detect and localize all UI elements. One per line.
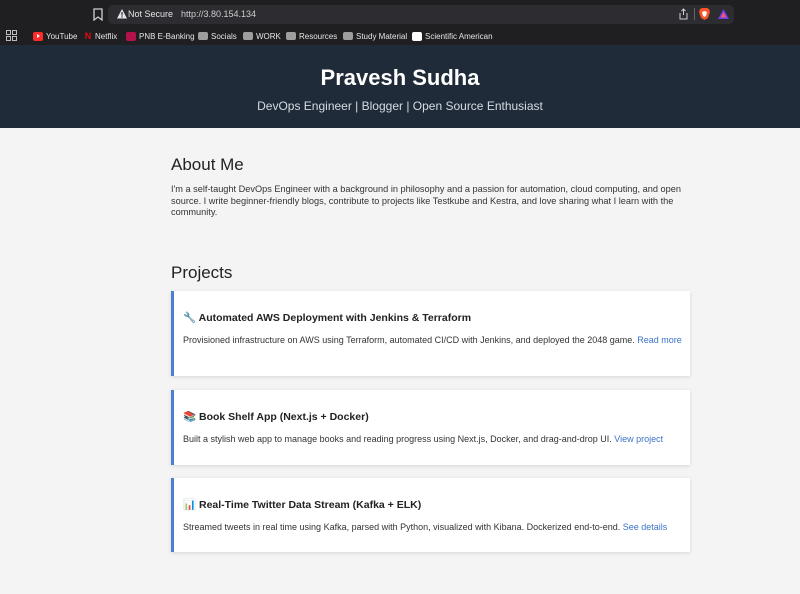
url-bar-row: Not Secure http://3.80.154.134 [0,0,800,28]
warning-icon [117,9,127,19]
bookmark-label: Study Material [356,31,408,41]
books-icon: 📚 [183,411,197,423]
folder-icon [243,32,253,40]
read-more-link[interactable]: Read more [637,335,682,345]
view-project-link[interactable]: View project [614,434,663,444]
bookmark-label: Netflix [95,31,118,41]
bookmark-netflix[interactable]: N Netflix [84,29,117,43]
bar-chart-icon: 📊 [183,499,197,511]
bookmark-folder-work[interactable]: WORK [243,29,281,43]
bookmark-label: Socials [211,31,237,41]
hero-header: Pravesh Sudha DevOps Engineer | Blogger … [0,45,800,128]
projects-heading: Projects [171,263,233,282]
project-title: 📊 Real-Time Twitter Data Stream (Kafka +… [183,498,421,511]
bookmark-icon[interactable] [93,8,103,21]
bookmark-label: WORK [256,31,281,41]
project-title: 📚 Book Shelf App (Next.js + Docker) [183,410,369,423]
bookmark-folder-socials[interactable]: Socials [198,29,237,43]
url-text[interactable]: http://3.80.154.134 [181,8,256,21]
bookmark-folder-resources[interactable]: Resources [286,29,337,43]
address-bar[interactable]: Not Secure http://3.80.154.134 [108,5,734,24]
project-title-text: Book Shelf App (Next.js + Docker) [199,411,369,423]
bookmark-label: YouTube [46,31,78,41]
project-title-text: Automated AWS Deployment with Jenkins & … [198,312,472,324]
project-description-text: Streamed tweets in real time using Kafka… [183,522,621,532]
tagline: DevOps Engineer | Blogger | Open Source … [257,99,543,113]
folder-icon [198,32,208,40]
netflix-icon: N [84,30,92,41]
security-status[interactable]: Not Secure [128,8,173,21]
bookmark-label: Scientific American [425,31,493,41]
project-card: 📊 Real-Time Twitter Data Stream (Kafka +… [171,478,690,552]
bookmark-label: Resources [299,31,338,41]
project-card: 📚 Book Shelf App (Next.js + Docker) Buil… [171,390,690,465]
bookmark-label: PNB E-Banking [139,31,195,41]
bookmark-pnb[interactable]: PNB E-Banking [126,29,195,43]
project-card: 🔧 Automated AWS Deployment with Jenkins … [171,291,690,376]
main-content: About Me I'm a self-taught DevOps Engine… [0,128,800,594]
pnb-icon [126,31,136,41]
project-description-text: Provisioned infrastructure on AWS using … [183,335,635,345]
project-description: Built a stylish web app to manage books … [183,434,683,446]
project-title: 🔧 Automated AWS Deployment with Jenkins … [183,311,471,324]
toolbar-divider [694,8,695,20]
see-details-link[interactable]: See details [623,522,668,532]
brave-shields-icon[interactable] [698,7,711,21]
project-description: Provisioned infrastructure on AWS using … [183,335,683,347]
apps-grid-icon[interactable] [6,30,17,41]
about-heading: About Me [171,155,244,174]
wrench-icon: 🔧 [183,312,197,324]
about-text: I'm a self-taught DevOps Engineer with a… [171,184,681,217]
bookmark-folder-study-material[interactable]: Study Material [343,29,407,43]
project-description-text: Built a stylish web app to manage books … [183,434,612,444]
bookmark-youtube[interactable]: YouTube [33,29,77,43]
browser-chrome: Not Secure http://3.80.154.134 YouTube N… [0,0,800,45]
folder-icon [286,32,296,40]
project-title-text: Real-Time Twitter Data Stream (Kafka + E… [199,499,422,511]
youtube-icon [33,31,43,41]
folder-icon [343,32,353,40]
brave-rewards-icon[interactable] [717,8,730,20]
share-icon[interactable] [678,8,689,20]
site-owner-name: Pravesh Sudha [320,65,480,90]
bookmark-scientific-american[interactable]: Scientific American [412,29,493,43]
project-description: Streamed tweets in real time using Kafka… [183,522,683,534]
scientific-american-icon [412,31,422,41]
bookmarks-bar: YouTube N Netflix PNB E-Banking Socials … [0,29,800,43]
